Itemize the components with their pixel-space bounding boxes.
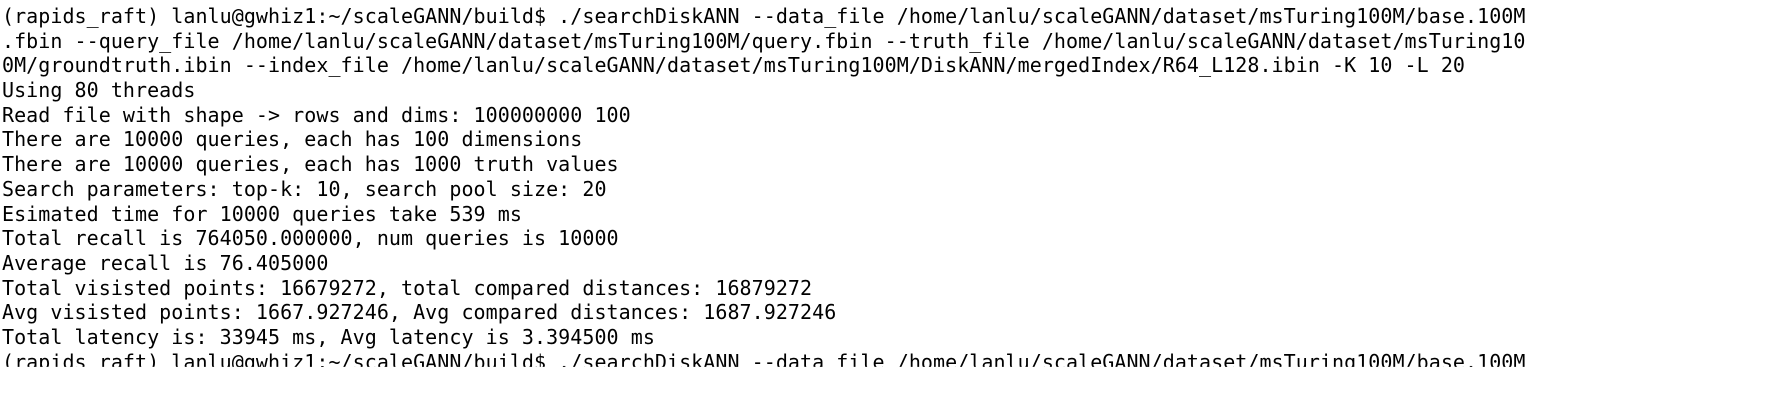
terminal-line-threads: Using 80 threads [2,78,196,103]
terminal-line-next-command: (rapids_raft) lanlu@gwhiz1:~/scaleGANN/b… [2,349,1526,374]
terminal-line-queries-truth: There are 10000 queries, each has 1000 t… [2,152,619,177]
terminal-line-command-3: 0M/groundtruth.ibin --index_file /home/l… [2,53,1466,78]
terminal-line-estimated-time: Esimated time for 10000 queries take 539… [2,201,522,226]
terminal-window[interactable]: (rapids_raft) lanlu@gwhiz1:~/scaleGANN/b… [0,0,1780,402]
terminal-line-total-visited: Total visisted points: 16679272, total c… [2,275,813,300]
terminal-line-shape: Read file with shape -> rows and dims: 1… [2,102,631,127]
terminal-line-avg-visited: Avg visisted points: 1667.927246, Avg co… [2,300,837,325]
terminal-line-search-params: Search parameters: top-k: 10, search poo… [2,176,607,201]
terminal-line-total-recall: Total recall is 764050.000000, num queri… [2,226,619,251]
terminal-line-latency: Total latency is: 33945 ms, Avg latency … [2,324,655,349]
terminal-line-command-2: .fbin --query_file /home/lanlu/scaleGANN… [2,28,1526,53]
terminal-line-average-recall: Average recall is 76.405000 [2,250,329,275]
terminal-line-queries-dims: There are 10000 queries, each has 100 di… [2,127,583,152]
terminal-line-command-1: (rapids_raft) lanlu@gwhiz1:~/scaleGANN/b… [2,4,1526,28]
